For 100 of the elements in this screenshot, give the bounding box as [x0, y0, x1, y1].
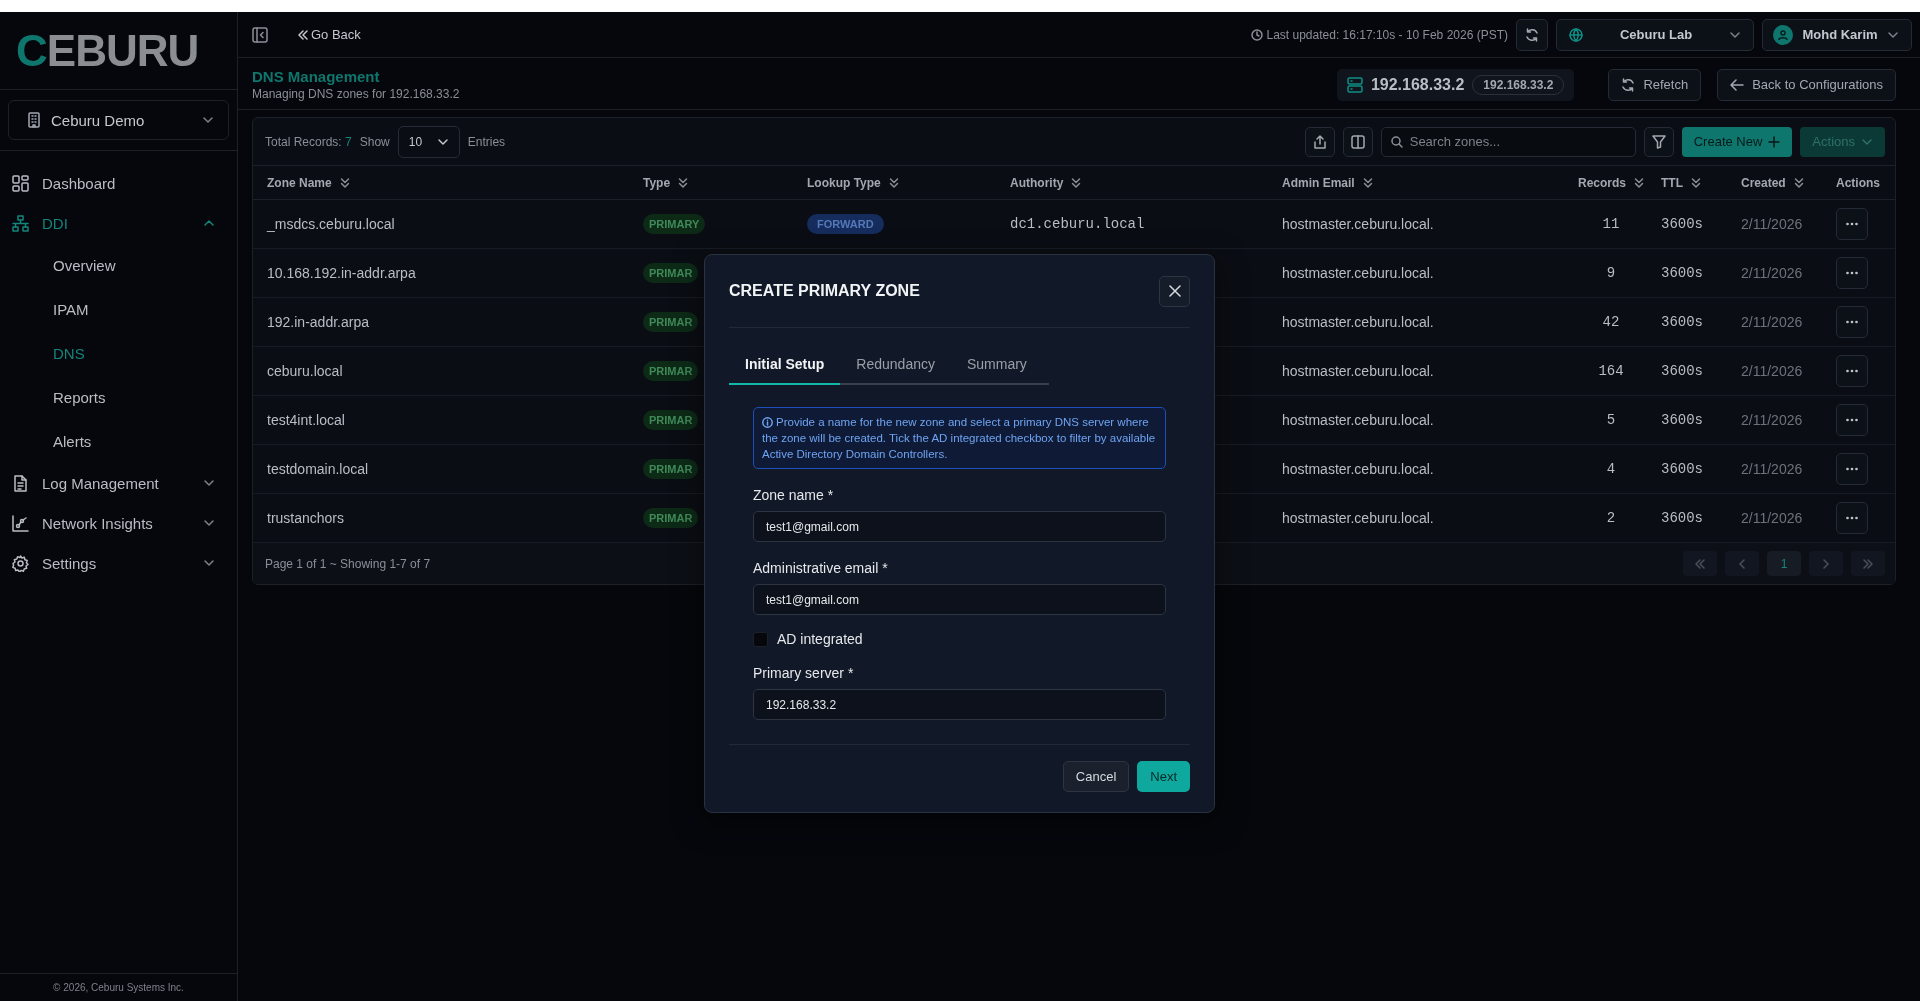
row-actions-button[interactable] — [1836, 453, 1868, 485]
column-header[interactable]: Admin Email — [1282, 175, 1373, 190]
table-cell: 4 — [1606, 461, 1616, 477]
more-icon — [1846, 271, 1858, 275]
plus-icon — [1768, 135, 1781, 148]
tab[interactable]: Initial Setup — [729, 346, 841, 385]
page-subtitle: Managing DNS zones for 192.168.33.2 — [252, 87, 461, 101]
back-button[interactable]: Back to Configurations — [1717, 68, 1896, 101]
column-header[interactable]: Lookup Type — [807, 175, 899, 190]
nav-item[interactable]: Settings — [0, 543, 237, 583]
nav-subitem[interactable]: IPAM — [0, 287, 237, 331]
sort-icon — [1071, 176, 1082, 189]
page-size-select[interactable]: 10 — [397, 125, 460, 158]
nav-item[interactable]: Dashboard — [0, 163, 237, 203]
more-icon — [1846, 467, 1858, 471]
copyright-text: © 2026, Ceburu Systems Inc. — [0, 973, 237, 1001]
tab[interactable]: Summary — [950, 346, 1043, 385]
table-cell: 2 — [1606, 510, 1616, 526]
sort-icon — [1362, 176, 1373, 189]
page-button[interactable]: 1 — [1767, 551, 1801, 576]
nav-subitem[interactable]: Alerts — [0, 419, 237, 463]
site-selector[interactable]: Ceburu Lab — [1556, 18, 1754, 51]
settings-icon — [12, 554, 29, 572]
table-cell-text: 2/11/2026 — [1741, 510, 1804, 526]
cancel-button[interactable]: Cancel — [1062, 761, 1130, 792]
table-cell-text: 2/11/2026 — [1741, 412, 1804, 428]
type-tag: PRIMAR — [643, 508, 699, 528]
tab[interactable]: Redundancy — [840, 346, 951, 385]
lookup-type-tag: FORWARD — [807, 214, 884, 234]
close-icon — [1168, 285, 1181, 297]
row-actions-button[interactable] — [1836, 257, 1868, 289]
globe-icon — [1569, 27, 1583, 42]
table-cell-text: 3600s — [1661, 510, 1704, 526]
first-page-icon — [1695, 558, 1705, 569]
checkbox[interactable] — [753, 631, 768, 647]
total-records-text: Total Records: 7 — [265, 134, 352, 149]
next-page-button[interactable] — [1809, 551, 1843, 576]
refetch-button[interactable]: Refetch — [1608, 68, 1702, 101]
page-title: DNS Management — [252, 68, 381, 85]
columns-icon — [1350, 134, 1365, 149]
type-tag: PRIMAR — [643, 410, 699, 430]
next-button[interactable]: Next — [1137, 761, 1190, 792]
table-cell-text: _msdcs.ceburu.local — [267, 216, 396, 232]
row-actions-button[interactable] — [1836, 404, 1868, 436]
organization-selector[interactable]: Ceburu Demo — [8, 100, 229, 140]
table-cell: 5 — [1606, 412, 1616, 428]
more-icon — [1846, 320, 1858, 324]
sort-icon — [678, 176, 689, 189]
column-header[interactable]: Type — [643, 175, 689, 190]
search-field[interactable]: Search zones... — [1380, 126, 1636, 157]
column-header: Actions — [1836, 175, 1880, 190]
filter-button[interactable] — [1643, 126, 1674, 157]
nav-item[interactable]: Log Management — [0, 463, 237, 503]
close-button[interactable] — [1159, 275, 1190, 307]
refresh-button[interactable] — [1516, 18, 1548, 51]
nav-subitem[interactable]: DNS — [0, 331, 237, 375]
nav-item[interactable]: DDI — [0, 203, 237, 243]
nav-item[interactable]: Network Insights — [0, 503, 237, 543]
type-tag: PRIMAR — [643, 263, 699, 283]
row-actions-button[interactable] — [1836, 208, 1868, 240]
field-label: Administrative email * — [753, 560, 889, 576]
table-cell: 11 — [1602, 216, 1620, 232]
more-icon — [1846, 516, 1858, 520]
table-cell-text: hostmaster.ceburu.local. — [1282, 461, 1435, 477]
nav-subitem[interactable]: Overview — [0, 243, 237, 287]
table-cell: 42 — [1602, 314, 1620, 330]
text-field[interactable]: test1@gmail.com — [753, 584, 1166, 615]
row-actions-button[interactable] — [1836, 355, 1868, 387]
column-header[interactable]: Zone Name — [267, 175, 350, 190]
table-cell-text: hostmaster.ceburu.local. — [1282, 363, 1435, 379]
row-actions-button[interactable] — [1836, 306, 1868, 338]
table-cell-text: 2/11/2026 — [1741, 265, 1804, 281]
text-field[interactable]: test1@gmail.com — [753, 511, 1166, 542]
table-cell-text: hostmaster.ceburu.local. — [1282, 216, 1435, 232]
entries-label: Entries — [467, 134, 506, 149]
table-cell-text: 3600s — [1661, 363, 1704, 379]
export-button[interactable] — [1304, 126, 1335, 157]
chevron-down-icon — [202, 114, 214, 126]
last-page-button[interactable] — [1851, 551, 1885, 576]
chevron-down-icon — [203, 557, 215, 569]
nav-subitem[interactable]: Reports — [0, 375, 237, 419]
refresh-icon — [1621, 77, 1636, 92]
text-field[interactable]: 192.168.33.2 — [753, 689, 1166, 720]
column-header[interactable]: Created — [1741, 175, 1804, 190]
column-header[interactable]: TTL — [1661, 175, 1701, 190]
chevron-down-icon — [203, 517, 215, 529]
column-header[interactable]: Authority — [1010, 175, 1082, 190]
first-page-button[interactable] — [1683, 551, 1717, 576]
clock-icon — [1250, 28, 1263, 41]
user-menu[interactable]: Mohd Karim — [1762, 18, 1912, 51]
previous-page-button[interactable] — [1725, 551, 1759, 576]
chart-icon — [12, 514, 29, 532]
column-header[interactable]: Records — [1578, 175, 1644, 190]
field-label: Primary server * — [753, 665, 855, 681]
row-actions-button[interactable] — [1836, 502, 1868, 534]
table-cell-text: hostmaster.ceburu.local. — [1282, 510, 1435, 526]
columns-button[interactable] — [1342, 126, 1373, 157]
go-back-link[interactable]: Go Back — [298, 27, 361, 42]
table-cell-text: 2/11/2026 — [1741, 314, 1804, 330]
table-cell-text: hostmaster.ceburu.local. — [1282, 314, 1435, 330]
